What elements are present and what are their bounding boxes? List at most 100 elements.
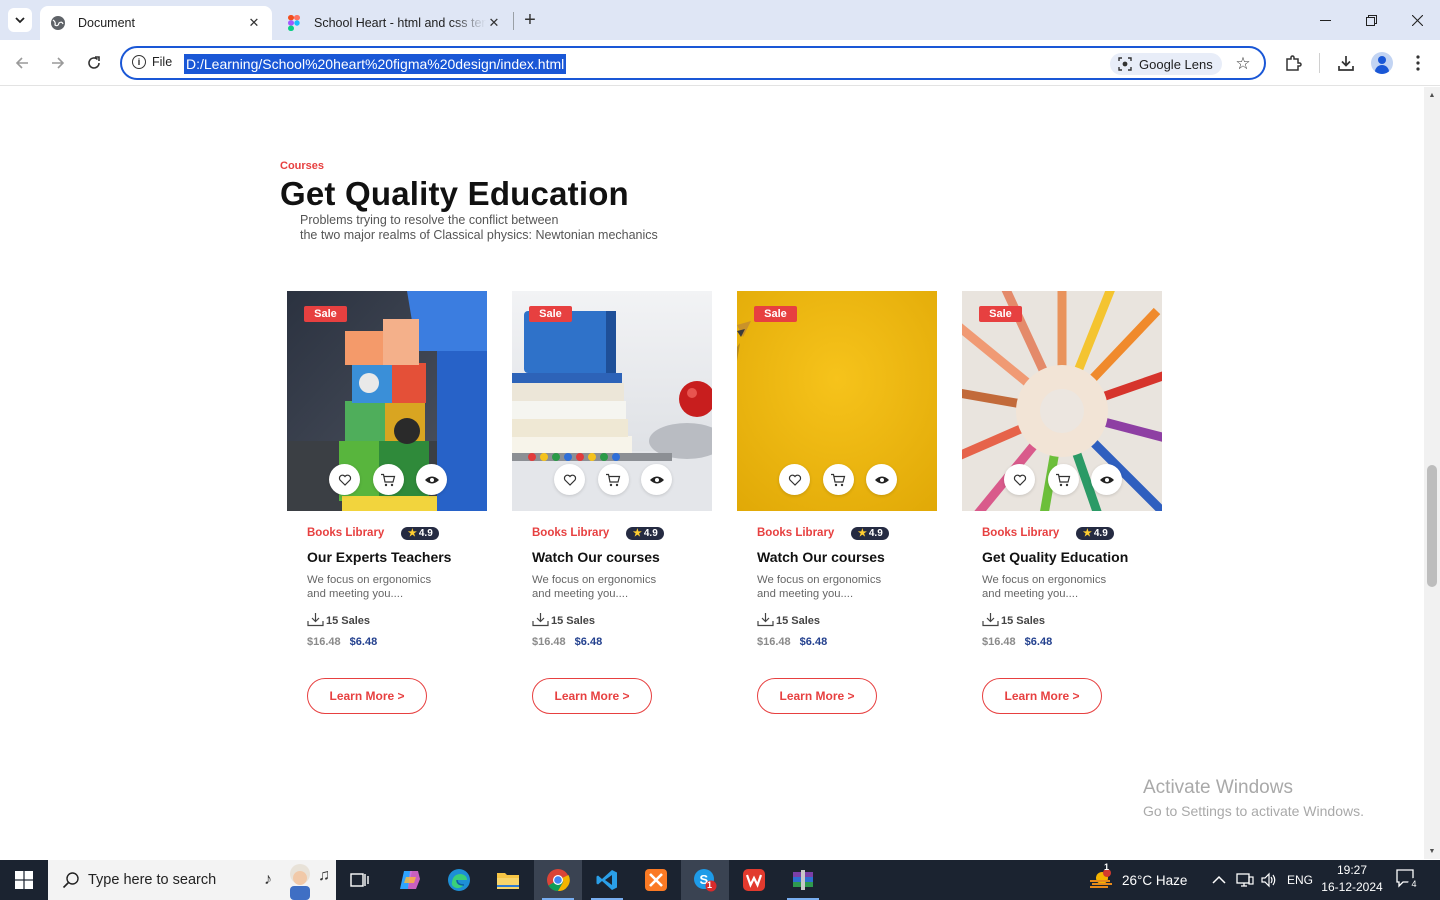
close-tab-icon[interactable]: ✕ [246, 15, 262, 31]
url-text[interactable]: D:/Learning/School%20heart%20figma%20des… [184, 54, 567, 74]
network-icon[interactable] [1236, 860, 1254, 900]
sales-text: 15 Sales [776, 615, 821, 627]
volume-icon[interactable] [1260, 860, 1278, 900]
minimize-button[interactable] [1302, 0, 1348, 40]
chevron-up-icon [1212, 875, 1226, 884]
rating-value: 4.9 [1093, 527, 1108, 539]
scroll-down-icon[interactable]: ▼ [1424, 843, 1440, 859]
downloads-button[interactable] [1332, 49, 1360, 77]
quick-view-button[interactable] [866, 464, 897, 495]
new-tab-button[interactable]: + [519, 9, 541, 31]
more-vertical-icon [1416, 55, 1420, 71]
learn-more-button[interactable]: Learn More > [982, 678, 1102, 714]
category-link[interactable]: Books Library [532, 527, 609, 539]
learn-more-button[interactable]: Learn More > [757, 678, 877, 714]
back-button[interactable] [8, 49, 36, 77]
start-button[interactable] [0, 860, 48, 900]
wishlist-button[interactable] [1004, 464, 1035, 495]
scroll-up-icon[interactable]: ▲ [1424, 87, 1440, 103]
course-title: Get Quality Education [982, 549, 1129, 565]
show-hidden-icons[interactable] [1212, 860, 1226, 900]
tab-document[interactable]: Document ✕ [40, 6, 272, 40]
eye-icon [424, 476, 439, 483]
description-line: We focus on ergonomics [307, 574, 432, 586]
search-icon [62, 872, 79, 889]
copilot-app[interactable] [386, 860, 434, 900]
close-window-button[interactable] [1394, 0, 1440, 40]
notification-count: 4 [1408, 878, 1420, 890]
restore-icon [1365, 14, 1377, 26]
learn-more-button[interactable]: Learn More > [532, 678, 652, 714]
google-lens-button[interactable]: Google Lens [1110, 53, 1222, 75]
vertical-scrollbar[interactable]: ▲ ▼ [1424, 87, 1440, 859]
weather-widget[interactable]: 1 26°C Haze [1088, 860, 1187, 900]
tab-school-heart[interactable]: School Heart - html and css template ✕ [276, 6, 512, 40]
rating-badge: ★ 4.9 [1076, 526, 1115, 540]
close-tab-icon[interactable]: ✕ [486, 15, 502, 31]
wishlist-button[interactable] [329, 464, 360, 495]
weather-haze-icon [1090, 869, 1112, 888]
add-to-cart-button[interactable] [822, 464, 854, 495]
sales-text: 15 Sales [551, 615, 596, 627]
puzzle-icon [1286, 55, 1302, 71]
learn-more-button[interactable]: Learn More > [307, 678, 427, 714]
winrar-app[interactable] [779, 860, 827, 900]
skype-app[interactable]: S 1 [681, 860, 729, 900]
edge-app[interactable] [435, 860, 483, 900]
arrow-left-icon [15, 57, 28, 69]
chevron-down-icon [15, 17, 25, 24]
menu-button[interactable] [1404, 49, 1432, 77]
quick-view-button[interactable] [641, 464, 672, 495]
old-price: $16.48 [307, 636, 341, 648]
forward-button[interactable] [44, 49, 72, 77]
windows-logo-icon [15, 871, 33, 889]
sales-text: 15 Sales [326, 615, 371, 627]
language-indicator[interactable]: ENG [1287, 860, 1313, 900]
site-info-button[interactable]: i File [132, 55, 172, 69]
quick-view-button[interactable] [416, 464, 447, 495]
eye-icon [874, 476, 889, 483]
colored-pencils-photo: Sale [962, 291, 1162, 511]
description-line: and meeting you.... [982, 588, 1079, 600]
description-line: We focus on ergonomics [982, 574, 1107, 586]
tab-search-button[interactable] [8, 8, 32, 32]
file-explorer-app[interactable] [484, 860, 532, 900]
add-to-cart-button[interactable] [597, 464, 629, 495]
vscode-app[interactable] [583, 860, 631, 900]
category-link[interactable]: Books Library [757, 527, 834, 539]
scheme-label: File [152, 55, 173, 69]
course-description: We focus on ergonomics and meeting you..… [757, 573, 937, 601]
section-description: Problems trying to resolve the conflict … [300, 213, 658, 243]
scroll-thumb[interactable] [1427, 465, 1437, 587]
task-view-button[interactable] [336, 860, 384, 900]
reload-button[interactable] [80, 49, 108, 77]
xampp-app[interactable] [632, 860, 680, 900]
wps-app[interactable] [730, 860, 778, 900]
eye-icon [649, 476, 664, 483]
wishlist-button[interactable] [779, 464, 810, 495]
wishlist-button[interactable] [554, 464, 585, 495]
address-bar[interactable]: i File D:/Learning/School%20heart%20figm… [120, 46, 1266, 80]
quick-view-button[interactable] [1091, 464, 1122, 495]
taskbar-search[interactable]: Type here to search ♪ ♫ [48, 860, 336, 900]
chrome-icon [547, 869, 570, 892]
add-to-cart-button[interactable] [1047, 464, 1079, 495]
extensions-button[interactable] [1279, 49, 1307, 77]
bookmark-star-icon[interactable]: ☆ [1232, 53, 1254, 75]
clock-time: 19:27 [1336, 863, 1368, 877]
category-link[interactable]: Books Library [307, 527, 384, 539]
clock[interactable]: 19:27 16-12-2024 [1318, 862, 1386, 896]
heart-icon [1013, 474, 1026, 486]
course-title: Watch Our courses [532, 549, 660, 565]
download-icon [532, 613, 549, 627]
course-card: Sale Books Library ★ 4.9 Watch Our course… [737, 291, 937, 731]
category-link[interactable]: Books Library [982, 527, 1059, 539]
profile-button[interactable] [1368, 49, 1396, 77]
add-to-cart-button[interactable] [372, 464, 404, 495]
chrome-app[interactable] [534, 860, 582, 900]
notification-center-button[interactable]: 4 [1395, 868, 1423, 892]
cart-icon [606, 473, 621, 486]
download-icon [307, 613, 324, 627]
restore-button[interactable] [1348, 0, 1394, 40]
price: $16.48 $6.48 [757, 636, 937, 648]
